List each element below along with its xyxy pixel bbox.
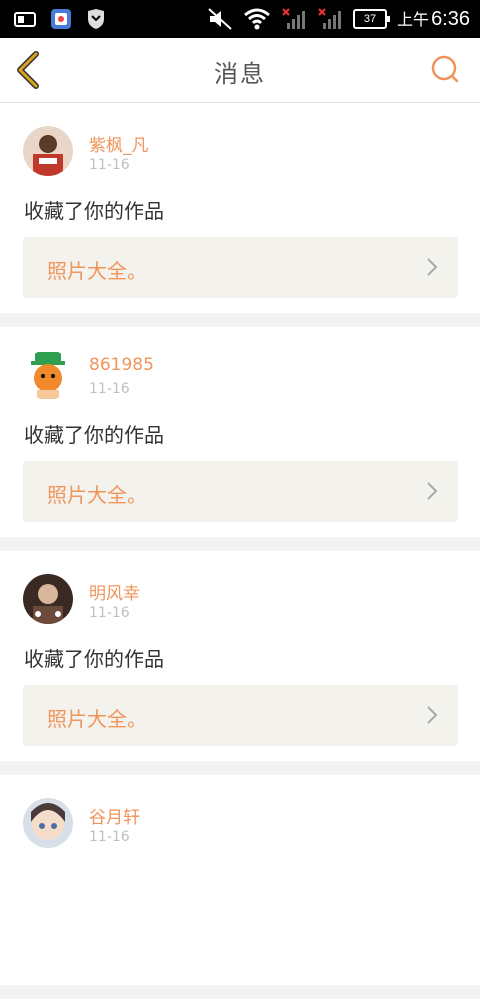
message-date: 11-16 xyxy=(89,605,130,621)
message-card: 紫枫_凡 11-16 收藏了你的作品 照片大全。 xyxy=(0,103,480,313)
shield-icon xyxy=(88,9,104,29)
clock-ampm: 上午 xyxy=(397,12,430,29)
work-link[interactable]: 照片大全。 xyxy=(23,237,458,298)
search-icon xyxy=(431,55,459,83)
gallery-app-icon xyxy=(51,9,71,29)
user-photo-avatar xyxy=(23,126,73,176)
search-button[interactable] xyxy=(430,54,460,84)
message-card: 861985 11-16 收藏了你的作品 照片大全。 xyxy=(0,327,480,537)
message-date: 11-16 xyxy=(89,829,130,845)
message-action: 收藏了你的作品 xyxy=(24,423,164,447)
message-list: 紫枫_凡 11-16 收藏了你的作品 照片大全。 861985 11-16 收藏… xyxy=(0,103,480,999)
cartoon-avatar xyxy=(23,350,73,400)
user-name[interactable]: 谷月轩 xyxy=(89,803,140,828)
signal-1-icon xyxy=(282,7,306,29)
wifi-icon xyxy=(244,8,271,29)
user-name[interactable]: 紫枫_凡 xyxy=(89,131,149,156)
status-indicators: 37 上午 6:36 xyxy=(207,6,470,31)
clock-time: 6:36 xyxy=(431,8,470,30)
status-bar: 37 上午 6:36 xyxy=(0,0,480,38)
status-clock: 上午 6:36 xyxy=(397,6,470,31)
page-title: 消息 xyxy=(214,60,266,88)
user-name[interactable]: 861985 xyxy=(89,355,154,375)
avatar[interactable] xyxy=(23,574,73,624)
message-action: 收藏了你的作品 xyxy=(24,199,164,223)
message-card: 明风幸 11-16 收藏了你的作品 照片大全。 xyxy=(0,551,480,761)
user-photo-avatar xyxy=(23,574,73,624)
anime-avatar xyxy=(23,798,73,848)
status-notifications xyxy=(14,8,106,30)
work-title: 照片大全。 xyxy=(47,259,147,283)
message-card: 谷月轩 11-16 xyxy=(0,775,480,985)
avatar[interactable] xyxy=(23,798,73,848)
work-link[interactable]: 照片大全。 xyxy=(23,685,458,746)
avatar[interactable] xyxy=(23,126,73,176)
message-date: 11-16 xyxy=(89,381,130,397)
work-title: 照片大全。 xyxy=(47,707,147,731)
signal-2-icon xyxy=(318,7,342,29)
chevron-right-icon xyxy=(427,258,438,276)
work-link[interactable]: 照片大全。 xyxy=(23,461,458,522)
chevron-right-icon xyxy=(427,482,438,500)
user-name[interactable]: 明风幸 xyxy=(89,579,140,604)
avatar[interactable] xyxy=(23,350,73,400)
message-action: 收藏了你的作品 xyxy=(24,647,164,671)
header: 消息 xyxy=(0,38,480,103)
battery-indicator: 37 xyxy=(353,8,391,29)
mute-icon xyxy=(208,7,232,30)
work-title: 照片大全。 xyxy=(47,483,147,507)
screen-mirror-icon xyxy=(14,12,36,27)
chevron-right-icon xyxy=(427,706,438,724)
message-date: 11-16 xyxy=(89,157,130,173)
